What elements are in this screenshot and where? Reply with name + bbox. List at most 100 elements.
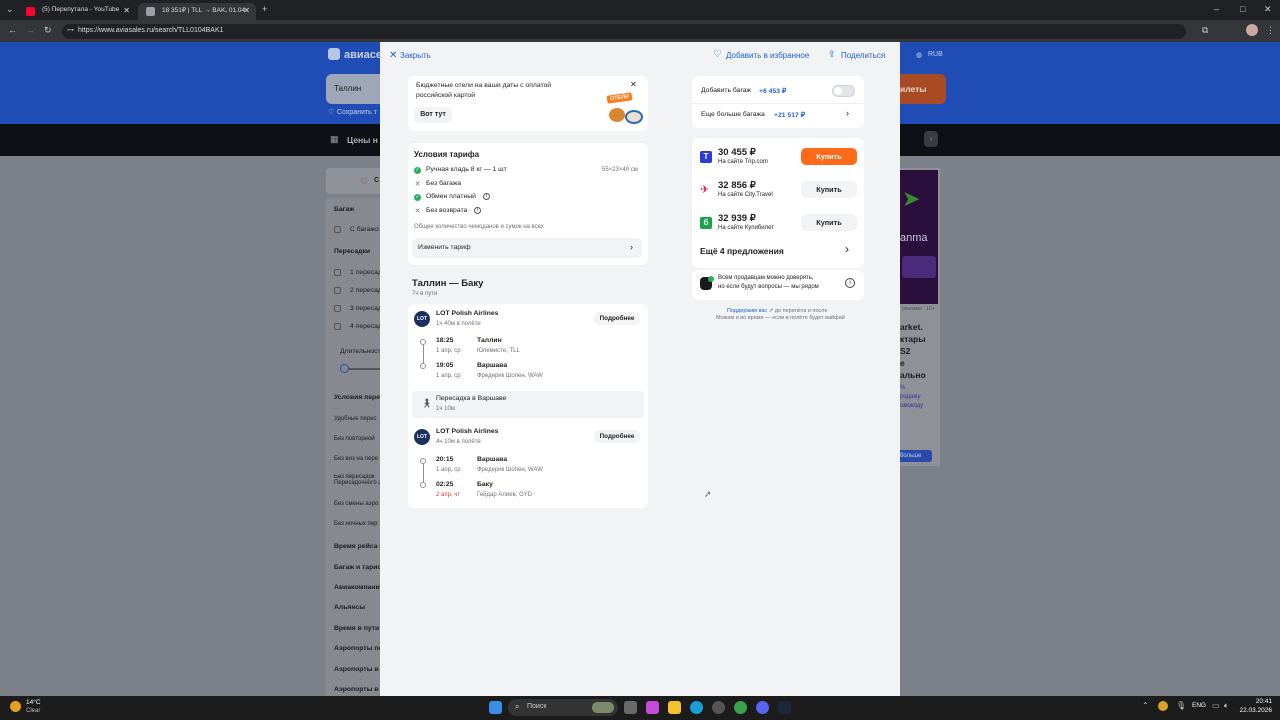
buy-button-primary[interactable]: Купить (801, 148, 857, 165)
ad-headline: S2 (900, 346, 911, 356)
close-button[interactable]: Закрыть (400, 51, 431, 60)
ad-headline: ально (900, 370, 926, 380)
tab-list-icon[interactable]: ⌄ (6, 4, 14, 15)
support-text: Можем и во время — если в полёте будет в… (716, 315, 845, 321)
more-baggage-label[interactable]: Еще больше багажа (701, 111, 765, 118)
hotels-promo-card: Бюджетные отели на ваши даты с оплатой р… (408, 76, 648, 131)
timeline-line (422, 464, 424, 482)
tray-chevron-icon[interactable]: ⌃ (1142, 701, 1149, 710)
filter-title-card: ♡ С (326, 168, 386, 194)
baggage-toggle[interactable] (832, 85, 855, 97)
checkbox (334, 287, 341, 294)
filter-heading: Аэропорты пе (334, 645, 383, 652)
discord-icon[interactable] (756, 701, 769, 714)
filter-option: Удобные перес (334, 416, 377, 422)
change-tariff-button[interactable]: Изменить тариф › (412, 238, 642, 258)
share-button[interactable]: Поделиться (841, 51, 885, 60)
add-to-favorites-button[interactable]: Добавить в избранное (726, 51, 809, 60)
chevron-right-icon[interactable]: › (845, 242, 849, 256)
details-button[interactable]: Подробнее (594, 430, 640, 443)
tab-aviasales[interactable]: 18 351₽ | TLL → BAK, 01.04 ✕ (138, 3, 256, 20)
chevron-right-icon[interactable]: › (846, 108, 849, 118)
network-icon[interactable]: ▭ (1212, 701, 1220, 710)
microphone-icon[interactable]: 🎙︎ (1176, 701, 1186, 710)
departure-airport: Юлемисте, TLL (477, 348, 520, 354)
address-field[interactable]: ⊶ https://www.aviasales.ru/search/TLL010… (62, 24, 1186, 39)
language-indicator[interactable]: ENG (1192, 702, 1206, 709)
offer-price: 32 856 ₽ (718, 180, 756, 191)
arrival-dot (420, 482, 426, 488)
filter-heading: Багаж (334, 206, 355, 213)
close-tab-icon[interactable]: ✕ (243, 6, 250, 15)
divider (692, 103, 864, 104)
aviasales-logo-icon (328, 48, 340, 60)
checkbox (334, 269, 341, 276)
buy-button[interactable]: Купить (801, 214, 857, 231)
copilot-icon[interactable] (646, 701, 659, 714)
mouse-cursor-icon: ➚ (704, 489, 712, 499)
calendar-icon: ▦ (330, 134, 339, 144)
file-explorer-icon[interactable] (668, 701, 681, 714)
ad-text: % (900, 385, 906, 391)
youtube-favicon-icon (26, 7, 35, 16)
chrome-icon[interactable] (734, 701, 747, 714)
layover-block: 🚶︎ Пересадка в Варшаве 1ч 10м (412, 391, 644, 418)
more-baggage-price: +21 517 ₽ (774, 112, 805, 119)
share-icon[interactable]: ⇪ (828, 49, 836, 60)
task-view-icon[interactable] (624, 701, 637, 714)
croissant-image (609, 108, 625, 122)
info-icon[interactable]: i (474, 207, 481, 214)
taskbar-search[interactable]: ⌕ Поиск (508, 699, 618, 716)
profile-avatar[interactable] (1246, 24, 1258, 36)
tab-title: 18 351₽ | TLL → BAK, 01.04 (162, 7, 246, 14)
offer-price: 30 455 ₽ (718, 147, 756, 158)
promo-button[interactable]: Вот тут (414, 107, 452, 123)
filter-heading: Аэропорты в Б (334, 686, 386, 693)
maximize-icon[interactable]: □ (1240, 4, 1245, 14)
layover-label: Пересадка в Варшаве (436, 395, 507, 402)
promo-button-label: Вот тут (420, 111, 446, 118)
clock-time[interactable]: 20:41 (1246, 698, 1272, 705)
close-icon[interactable]: ✕ (389, 50, 397, 61)
tab-title: (5) Перепутала - YouTube (42, 6, 120, 13)
minimize-icon[interactable]: – (1214, 4, 1219, 14)
clock-date[interactable]: 22.03.2026 (1238, 707, 1272, 714)
volume-icon[interactable]: 🔈︎ (1224, 701, 1229, 711)
filter-option: Без ночных пер (334, 521, 378, 527)
offers-card: T 30 455 ₽ На сайте Trip.com Купить ✈ 32… (692, 138, 864, 268)
details-button[interactable]: Подробнее (594, 312, 640, 325)
site-info-icon[interactable]: ⊶ (67, 26, 74, 34)
tariff-note: Общее количество чемоданов и сумок на вс… (414, 224, 544, 230)
edge-icon[interactable] (690, 701, 703, 714)
extensions-icon[interactable]: ⧉ (1202, 25, 1208, 36)
filter-option: 1 пересад (350, 269, 382, 276)
reload-icon[interactable]: ↻ (44, 25, 52, 36)
close-promo-icon[interactable]: ✕ (630, 80, 637, 89)
tab-youtube[interactable]: (5) Перепутала - YouTube ✕ (18, 3, 136, 20)
offer-seller: На сайте Купибилет (718, 225, 774, 231)
support-link[interactable]: Поддержим вас ↗ (727, 308, 773, 314)
forward-icon[interactable]: → (26, 25, 35, 35)
kupibilet-logo: б (700, 217, 712, 229)
close-tab-icon[interactable]: ✕ (123, 6, 130, 15)
buy-button[interactable]: Купить (801, 181, 857, 198)
back-icon[interactable]: ← (8, 25, 17, 35)
heart-icon[interactable]: ♡ (713, 49, 722, 60)
tray-app-icon[interactable] (1158, 701, 1168, 711)
browser-tab-strip: ⌄ (5) Перепутала - YouTube ✕ 18 351₽ | T… (0, 0, 1280, 20)
filter-option: С багажо (350, 226, 379, 233)
windows-start-icon[interactable] (489, 701, 502, 714)
promo-badge: ОТЕЛИ (606, 92, 633, 104)
browser-menu-icon[interactable]: ⋮ (1266, 25, 1275, 36)
info-icon[interactable]: i (483, 193, 490, 200)
chevron-right-icon: › (630, 242, 633, 252)
info-icon[interactable]: i (845, 278, 855, 288)
steam-icon[interactable] (778, 701, 791, 714)
new-tab-icon[interactable]: + (262, 4, 267, 14)
more-offers-link[interactable]: Ещё 4 предложения (700, 246, 784, 256)
departure-airport: Фредерик Шопен, WAW (477, 467, 543, 473)
github-icon[interactable] (712, 701, 725, 714)
close-window-icon[interactable]: ✕ (1264, 4, 1272, 15)
check-icon: ✓ (414, 167, 421, 174)
city-travel-logo: ✈ (700, 184, 710, 196)
